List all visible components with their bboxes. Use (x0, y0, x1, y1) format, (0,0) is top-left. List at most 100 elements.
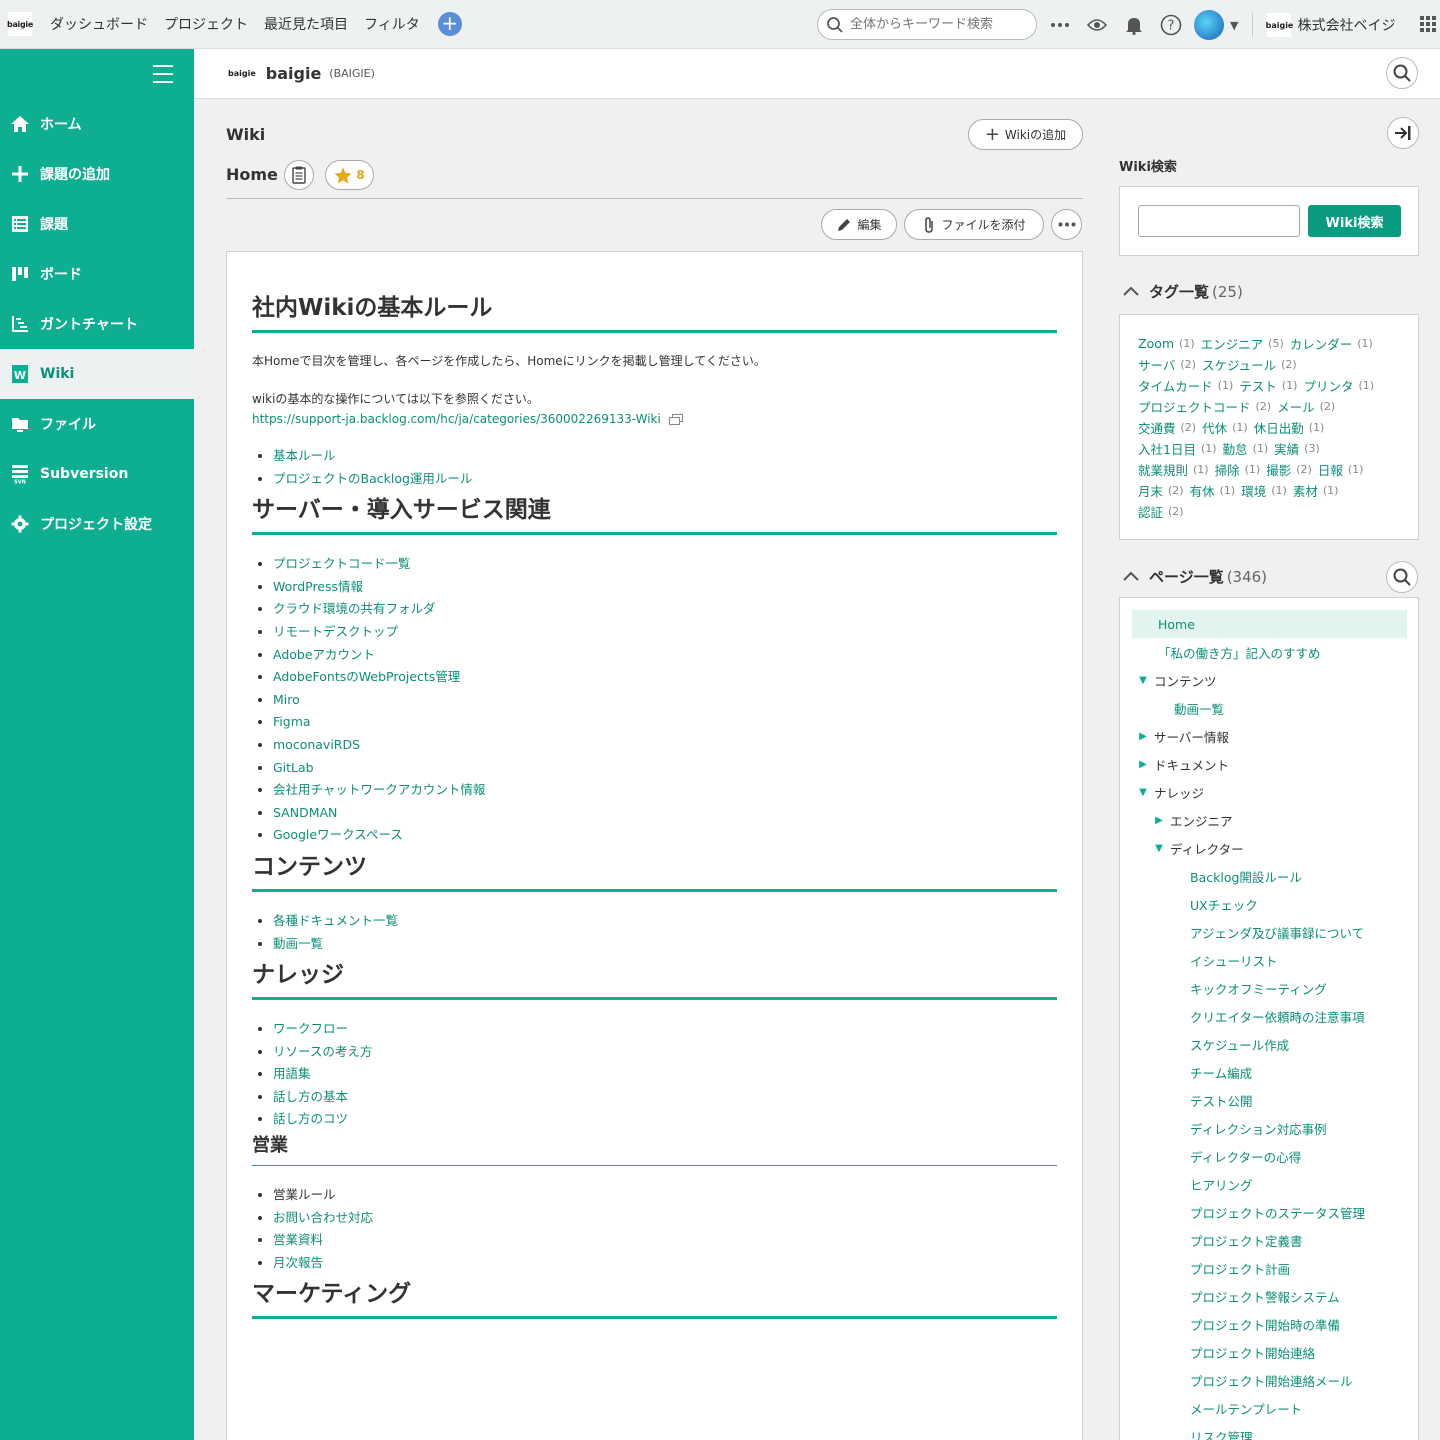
nav-filter[interactable]: フィルタ (364, 14, 420, 34)
sidebar-item-board[interactable]: ボード (0, 249, 194, 299)
tree-item[interactable]: テスト公開 (1132, 1086, 1407, 1114)
tree-item[interactable]: ディレクターの心得 (1132, 1142, 1407, 1170)
tree-item[interactable]: キックオフミーティング (1132, 974, 1407, 1002)
tree-item[interactable]: チーム編成 (1132, 1058, 1407, 1086)
wiki-page-link[interactable]: 話し方の基本 (273, 1089, 348, 1104)
menu-toggle-icon[interactable] (153, 65, 173, 89)
tag-link[interactable]: 実績 (1274, 439, 1299, 458)
wiki-search-input[interactable] (1138, 205, 1300, 237)
star-button[interactable]: 8 (325, 160, 374, 190)
tag-link[interactable]: 撮影 (1266, 460, 1291, 479)
tree-item[interactable]: プロジェクト定義書 (1132, 1226, 1407, 1254)
tag-link[interactable]: 認証 (1138, 502, 1163, 521)
tag-link[interactable]: カレンダー (1290, 334, 1353, 353)
tag-link[interactable]: 有休 (1190, 481, 1215, 500)
wiki-page-link[interactable]: 月次報告 (273, 1255, 323, 1270)
wiki-page-link[interactable]: プロジェクトのBacklog運用ルール (273, 471, 472, 486)
pages-search-button[interactable] (1386, 561, 1418, 593)
page-history-button[interactable] (284, 160, 314, 190)
tree-item[interactable]: プロジェクトのステータス管理 (1132, 1198, 1407, 1226)
tag-link[interactable]: エンジニア (1201, 334, 1264, 353)
tree-item[interactable]: UXチェック (1132, 890, 1407, 918)
wiki-page-link[interactable]: moconaviRDS (273, 737, 360, 752)
tag-link[interactable]: 環境 (1241, 481, 1266, 500)
sidebar-item-wiki[interactable]: W Wiki (0, 349, 194, 399)
tree-item[interactable]: クリエイター依頼時の注意事項 (1132, 1002, 1407, 1030)
tag-link[interactable]: 勤怠 (1223, 439, 1248, 458)
tree-item[interactable]: ▶ サーバー情報 (1132, 722, 1407, 750)
company-name[interactable]: 株式会社ベイジ (1297, 15, 1395, 35)
nav-dashboard[interactable]: ダッシュボード (50, 14, 148, 34)
caret-down-icon[interactable]: ▼ (1136, 675, 1150, 686)
wiki-page-link[interactable]: 営業資料 (273, 1232, 323, 1247)
sidebar-item-add-issue[interactable]: 課題の追加 (0, 149, 194, 199)
wiki-page-link[interactable]: リモートデスクトップ (273, 624, 398, 639)
tree-item[interactable]: プロジェクト開始連絡 (1132, 1338, 1407, 1366)
user-avatar[interactable] (1194, 10, 1224, 40)
caret-right-icon[interactable]: ▶ (1136, 759, 1150, 770)
add-plus-icon[interactable]: + (437, 12, 462, 36)
wiki-page-link[interactable]: SANDMAN (273, 805, 337, 820)
tag-link[interactable]: 休日出勤 (1254, 418, 1304, 437)
sidebar-item-issues[interactable]: 課題 (0, 199, 194, 249)
tag-link[interactable]: 代休 (1202, 418, 1227, 437)
wiki-page-link[interactable]: Adobeアカウント (273, 647, 375, 662)
project-search-button[interactable] (1386, 57, 1418, 89)
wiki-page-link[interactable]: GitLab (273, 760, 314, 775)
bell-icon[interactable] (1120, 11, 1148, 39)
project-name[interactable]: baigie (266, 64, 322, 83)
attach-file-button[interactable]: ファイルを添付 (904, 209, 1044, 240)
wiki-page-link[interactable]: クラウド環境の共有フォルダ (273, 601, 436, 616)
caret-down-icon[interactable]: ▼ (1152, 843, 1166, 854)
tag-link[interactable]: プリンタ (1303, 376, 1353, 395)
sidebar-item-gantt[interactable]: ガントチャート (0, 299, 194, 349)
tree-item[interactable]: プロジェクト開始連絡メール (1132, 1366, 1407, 1394)
tag-link[interactable]: 掃除 (1215, 460, 1240, 479)
chevron-down-icon[interactable]: ▼ (1230, 19, 1238, 32)
tag-link[interactable]: メール (1277, 397, 1315, 416)
tree-item[interactable]: ディレクション対応事例 (1132, 1114, 1407, 1142)
tree-item[interactable]: Home (1132, 610, 1407, 638)
wiki-page-link[interactable]: ワークフロー (273, 1021, 348, 1036)
tag-link[interactable]: タイムカード (1138, 376, 1213, 395)
wiki-page-link[interactable]: 動画一覧 (273, 936, 323, 951)
tree-item[interactable]: Backlog開設ルール (1132, 862, 1407, 890)
app-grid-icon[interactable] (1420, 16, 1436, 32)
tag-link[interactable]: 入社1日目 (1138, 439, 1196, 458)
pages-header[interactable]: ページ一覧 (346) (1123, 566, 1267, 587)
wiki-page-link[interactable]: お問い合わせ対応 (273, 1210, 373, 1225)
tree-item[interactable]: イシューリスト (1132, 946, 1407, 974)
tree-item[interactable]: ヒアリング (1132, 1170, 1407, 1198)
wiki-page-link[interactable]: Figma (273, 714, 311, 729)
tree-item[interactable]: ▶ ドキュメント (1132, 750, 1407, 778)
tree-item[interactable]: 動画一覧 (1132, 694, 1407, 722)
wiki-page-link[interactable]: WordPress情報 (273, 579, 363, 594)
tree-item[interactable]: ▼ ナレッジ (1132, 778, 1407, 806)
tags-header[interactable]: タグ一覧 (25) (1123, 281, 1243, 302)
more-actions-button[interactable] (1051, 209, 1082, 240)
tag-link[interactable]: サーバ (1138, 355, 1175, 374)
caret-right-icon[interactable]: ▶ (1136, 731, 1150, 742)
wiki-page-link[interactable]: Googleワークスペース (273, 827, 403, 842)
tag-link[interactable]: スケジュール (1202, 355, 1276, 374)
caret-right-icon[interactable]: ▶ (1152, 815, 1166, 826)
tree-item[interactable]: メールテンプレート (1132, 1394, 1407, 1422)
sidebar-item-subversion[interactable]: SVN Subversion (0, 449, 194, 499)
tree-item[interactable]: スケジュール作成 (1132, 1030, 1407, 1058)
tag-link[interactable]: 交通費 (1138, 418, 1176, 437)
tree-item[interactable]: ▼ コンテンツ (1132, 666, 1407, 694)
wiki-search-button[interactable]: Wiki検索 (1308, 205, 1401, 237)
tag-link[interactable]: 日報 (1318, 460, 1343, 479)
global-search-input[interactable] (850, 17, 1020, 32)
tag-link[interactable]: 素材 (1293, 481, 1318, 500)
tree-item[interactable]: ▶ エンジニア (1132, 806, 1407, 834)
collapse-panel-button[interactable] (1387, 117, 1419, 149)
sidebar-item-home[interactable]: ホーム (0, 99, 194, 149)
sidebar-item-settings[interactable]: プロジェクト設定 (0, 499, 194, 549)
add-wiki-button[interactable]: + Wikiの追加 (968, 119, 1083, 150)
nav-projects[interactable]: プロジェクト (164, 14, 248, 34)
help-icon[interactable]: ? (1157, 11, 1185, 39)
wiki-page-link[interactable]: AdobeFontsのWebProjects管理 (273, 669, 460, 684)
wiki-page-link[interactable]: プロジェクトコード一覧 (273, 556, 411, 571)
wiki-page-link[interactable]: 各種ドキュメント一覧 (273, 913, 398, 928)
